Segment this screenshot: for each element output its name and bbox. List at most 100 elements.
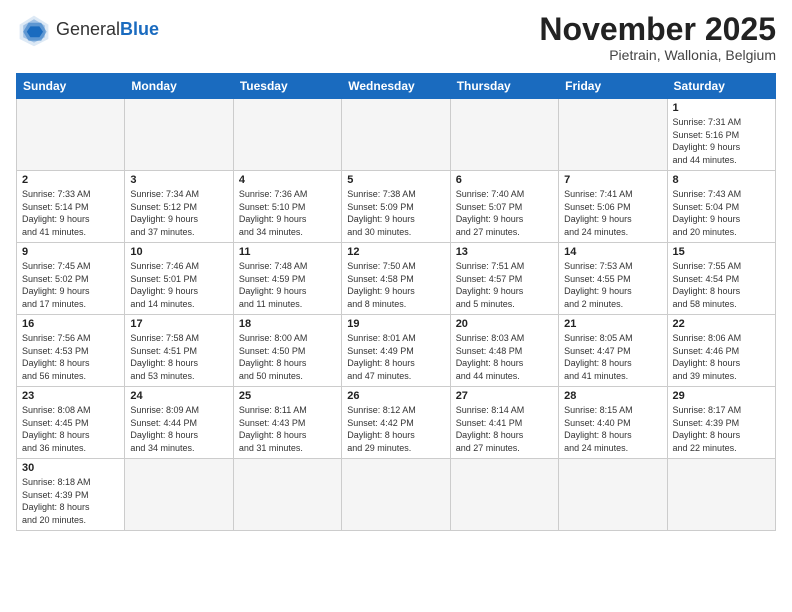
day-21: 21 Sunrise: 8:05 AMSunset: 4:47 PMDaylig… (559, 315, 667, 387)
day-num-3: 3 (130, 174, 227, 186)
day-info-28: Sunrise: 8:15 AMSunset: 4:40 PMDaylight:… (564, 405, 633, 453)
day-26: 26 Sunrise: 8:12 AMSunset: 4:42 PMDaylig… (342, 387, 450, 459)
logo-blue: Blue (120, 19, 159, 39)
day-info-14: Sunrise: 7:53 AMSunset: 4:55 PMDaylight:… (564, 261, 633, 309)
empty-cell (17, 99, 125, 171)
header-monday: Monday (125, 74, 233, 99)
empty-cell (125, 459, 233, 530)
day-13: 13 Sunrise: 7:51 AMSunset: 4:57 PMDaylig… (450, 243, 558, 315)
day-info-27: Sunrise: 8:14 AMSunset: 4:41 PMDaylight:… (456, 405, 525, 453)
day-info-16: Sunrise: 7:56 AMSunset: 4:53 PMDaylight:… (22, 333, 91, 381)
day-num-18: 18 (239, 318, 336, 330)
day-num-21: 21 (564, 318, 661, 330)
day-24: 24 Sunrise: 8:09 AMSunset: 4:44 PMDaylig… (125, 387, 233, 459)
day-10: 10 Sunrise: 7:46 AMSunset: 5:01 PMDaylig… (125, 243, 233, 315)
empty-cell (559, 459, 667, 530)
day-num-8: 8 (673, 174, 770, 186)
logo: GeneralBlue (16, 12, 159, 48)
title-block: November 2025 Pietrain, Wallonia, Belgiu… (539, 12, 776, 63)
day-info-24: Sunrise: 8:09 AMSunset: 4:44 PMDaylight:… (130, 405, 199, 453)
day-info-18: Sunrise: 8:00 AMSunset: 4:50 PMDaylight:… (239, 333, 308, 381)
subtitle: Pietrain, Wallonia, Belgium (539, 47, 776, 63)
empty-cell (233, 99, 341, 171)
day-4: 4 Sunrise: 7:36 AMSunset: 5:10 PMDayligh… (233, 171, 341, 243)
day-28: 28 Sunrise: 8:15 AMSunset: 4:40 PMDaylig… (559, 387, 667, 459)
day-info-8: Sunrise: 7:43 AMSunset: 5:04 PMDaylight:… (673, 189, 742, 237)
empty-cell (450, 459, 558, 530)
month-title: November 2025 (539, 12, 776, 47)
week-row-4: 16 Sunrise: 7:56 AMSunset: 4:53 PMDaylig… (17, 315, 776, 387)
day-11: 11 Sunrise: 7:48 AMSunset: 4:59 PMDaylig… (233, 243, 341, 315)
day-num-13: 13 (456, 246, 553, 258)
day-info-3: Sunrise: 7:34 AMSunset: 5:12 PMDaylight:… (130, 189, 199, 237)
day-3: 3 Sunrise: 7:34 AMSunset: 5:12 PMDayligh… (125, 171, 233, 243)
day-19: 19 Sunrise: 8:01 AMSunset: 4:49 PMDaylig… (342, 315, 450, 387)
day-num-17: 17 (130, 318, 227, 330)
day-info-10: Sunrise: 7:46 AMSunset: 5:01 PMDaylight:… (130, 261, 199, 309)
day-num-20: 20 (456, 318, 553, 330)
day-num-23: 23 (22, 390, 119, 402)
day-30: 30 Sunrise: 8:18 AMSunset: 4:39 PMDaylig… (17, 459, 125, 530)
day-info-21: Sunrise: 8:05 AMSunset: 4:47 PMDaylight:… (564, 333, 633, 381)
day-2: 2 Sunrise: 7:33 AMSunset: 5:14 PMDayligh… (17, 171, 125, 243)
day-info-12: Sunrise: 7:50 AMSunset: 4:58 PMDaylight:… (347, 261, 416, 309)
day-num-26: 26 (347, 390, 444, 402)
day-16: 16 Sunrise: 7:56 AMSunset: 4:53 PMDaylig… (17, 315, 125, 387)
day-info-7: Sunrise: 7:41 AMSunset: 5:06 PMDaylight:… (564, 189, 633, 237)
day-info-29: Sunrise: 8:17 AMSunset: 4:39 PMDaylight:… (673, 405, 742, 453)
day-num-16: 16 (22, 318, 119, 330)
week-row-2: 2 Sunrise: 7:33 AMSunset: 5:14 PMDayligh… (17, 171, 776, 243)
day-23: 23 Sunrise: 8:08 AMSunset: 4:45 PMDaylig… (17, 387, 125, 459)
day-num-4: 4 (239, 174, 336, 186)
day-info-6: Sunrise: 7:40 AMSunset: 5:07 PMDaylight:… (456, 189, 525, 237)
day-info-2: Sunrise: 7:33 AMSunset: 5:14 PMDaylight:… (22, 189, 91, 237)
day-info-5: Sunrise: 7:38 AMSunset: 5:09 PMDaylight:… (347, 189, 416, 237)
day-num-29: 29 (673, 390, 770, 402)
day-12: 12 Sunrise: 7:50 AMSunset: 4:58 PMDaylig… (342, 243, 450, 315)
day-info-4: Sunrise: 7:36 AMSunset: 5:10 PMDaylight:… (239, 189, 308, 237)
day-num-15: 15 (673, 246, 770, 258)
day-info-23: Sunrise: 8:08 AMSunset: 4:45 PMDaylight:… (22, 405, 91, 453)
day-num-1: 1 (673, 102, 770, 114)
day-num-25: 25 (239, 390, 336, 402)
day-8: 8 Sunrise: 7:43 AMSunset: 5:04 PMDayligh… (667, 171, 775, 243)
day-20: 20 Sunrise: 8:03 AMSunset: 4:48 PMDaylig… (450, 315, 558, 387)
empty-cell (667, 459, 775, 530)
day-6: 6 Sunrise: 7:40 AMSunset: 5:07 PMDayligh… (450, 171, 558, 243)
day-7: 7 Sunrise: 7:41 AMSunset: 5:06 PMDayligh… (559, 171, 667, 243)
empty-cell (125, 99, 233, 171)
day-num-2: 2 (22, 174, 119, 186)
empty-cell (342, 99, 450, 171)
header: GeneralBlue November 2025 Pietrain, Wall… (16, 12, 776, 63)
day-info-17: Sunrise: 7:58 AMSunset: 4:51 PMDaylight:… (130, 333, 199, 381)
empty-cell (559, 99, 667, 171)
week-row-5: 23 Sunrise: 8:08 AMSunset: 4:45 PMDaylig… (17, 387, 776, 459)
week-row-1: 1 Sunrise: 7:31 AMSunset: 5:16 PMDayligh… (17, 99, 776, 171)
day-info-22: Sunrise: 8:06 AMSunset: 4:46 PMDaylight:… (673, 333, 742, 381)
day-18: 18 Sunrise: 8:00 AMSunset: 4:50 PMDaylig… (233, 315, 341, 387)
day-num-7: 7 (564, 174, 661, 186)
day-info-13: Sunrise: 7:51 AMSunset: 4:57 PMDaylight:… (456, 261, 525, 309)
day-25: 25 Sunrise: 8:11 AMSunset: 4:43 PMDaylig… (233, 387, 341, 459)
day-info-11: Sunrise: 7:48 AMSunset: 4:59 PMDaylight:… (239, 261, 308, 309)
day-info-30: Sunrise: 8:18 AMSunset: 4:39 PMDaylight:… (22, 477, 91, 525)
header-thursday: Thursday (450, 74, 558, 99)
day-info-20: Sunrise: 8:03 AMSunset: 4:48 PMDaylight:… (456, 333, 525, 381)
day-14: 14 Sunrise: 7:53 AMSunset: 4:55 PMDaylig… (559, 243, 667, 315)
day-num-19: 19 (347, 318, 444, 330)
day-num-30: 30 (22, 462, 119, 474)
day-num-28: 28 (564, 390, 661, 402)
day-num-6: 6 (456, 174, 553, 186)
day-5: 5 Sunrise: 7:38 AMSunset: 5:09 PMDayligh… (342, 171, 450, 243)
day-info-15: Sunrise: 7:55 AMSunset: 4:54 PMDaylight:… (673, 261, 742, 309)
week-row-6: 30 Sunrise: 8:18 AMSunset: 4:39 PMDaylig… (17, 459, 776, 530)
day-9: 9 Sunrise: 7:45 AMSunset: 5:02 PMDayligh… (17, 243, 125, 315)
week-row-3: 9 Sunrise: 7:45 AMSunset: 5:02 PMDayligh… (17, 243, 776, 315)
calendar: Sunday Monday Tuesday Wednesday Thursday… (16, 73, 776, 530)
day-num-27: 27 (456, 390, 553, 402)
day-num-11: 11 (239, 246, 336, 258)
day-29: 29 Sunrise: 8:17 AMSunset: 4:39 PMDaylig… (667, 387, 775, 459)
day-num-14: 14 (564, 246, 661, 258)
logo-general: General (56, 19, 120, 39)
empty-cell (450, 99, 558, 171)
